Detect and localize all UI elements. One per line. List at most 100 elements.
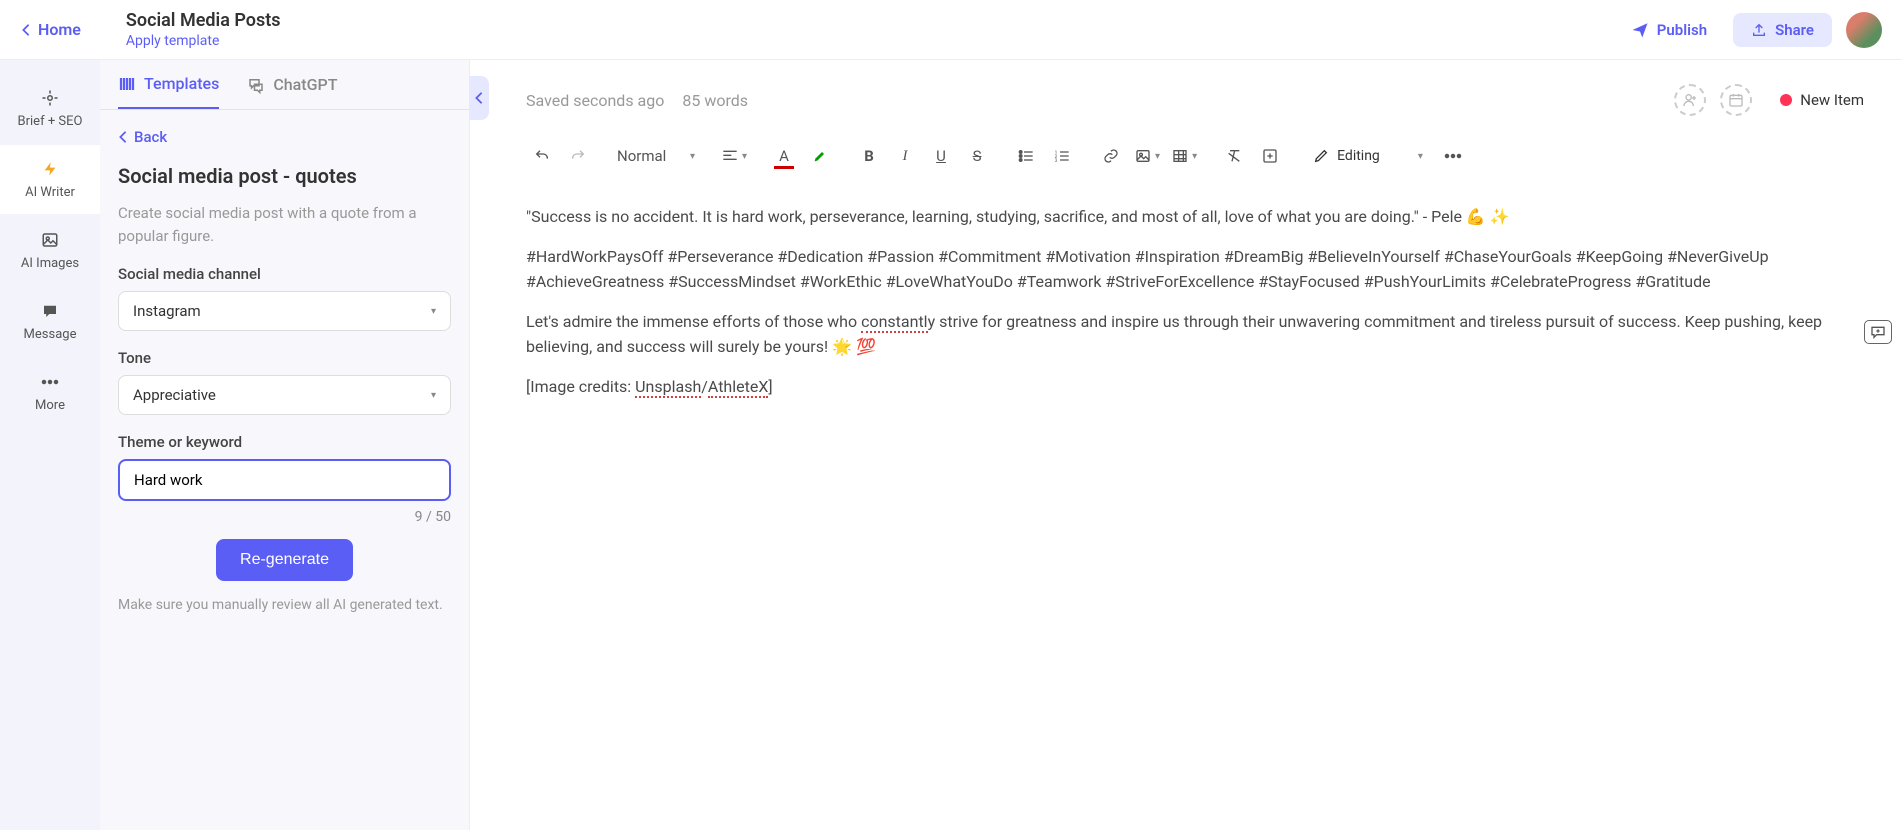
- rail-label: More: [35, 398, 65, 413]
- insert-button[interactable]: [1254, 140, 1286, 172]
- tab-label: Templates: [144, 74, 219, 93]
- new-item-button[interactable]: New Item: [1766, 85, 1878, 115]
- share-icon: [1751, 22, 1767, 38]
- calendar-button[interactable]: [1720, 84, 1752, 116]
- number-list-button[interactable]: 123: [1046, 140, 1078, 172]
- rail-item-brief[interactable]: Brief + SEO: [0, 74, 100, 143]
- chevron-down-icon: ▾: [1155, 151, 1160, 162]
- editor-main: Saved seconds ago 85 words New Item: [470, 60, 1902, 830]
- channel-label: Social media channel: [118, 265, 451, 283]
- more-icon: [40, 372, 60, 392]
- rail-label: Message: [24, 327, 77, 342]
- regenerate-button[interactable]: Re-generate: [216, 539, 353, 581]
- content-body: Let's admire the immense efforts of thos…: [526, 309, 1878, 360]
- save-status: Saved seconds ago: [526, 91, 664, 110]
- image-button[interactable]: ▾: [1131, 140, 1164, 172]
- editor-toolbar: Normal ▾ ▾ A B I U S 123 ▾ ▾: [526, 140, 1878, 186]
- back-label: Back: [134, 128, 167, 146]
- calendar-icon: [1728, 92, 1744, 108]
- theme-label: Theme or keyword: [118, 433, 451, 451]
- channel-select[interactable]: Instagram ▾: [118, 291, 451, 331]
- share-label: Share: [1775, 21, 1814, 39]
- theme-input-wrap[interactable]: [118, 459, 451, 501]
- redo-icon: [570, 148, 586, 164]
- chevron-down-icon: ▾: [1418, 151, 1423, 162]
- left-rail: Brief + SEO AI Writer AI Images Message: [0, 60, 100, 830]
- person-plus-icon: [1682, 92, 1698, 108]
- clear-format-icon: [1226, 148, 1242, 164]
- add-person-button[interactable]: [1674, 84, 1706, 116]
- word-count: 85 words: [682, 91, 748, 110]
- undo-icon: [534, 148, 550, 164]
- pencil-icon: [1313, 148, 1329, 164]
- bold-button[interactable]: B: [853, 140, 885, 172]
- text-color-button[interactable]: A: [768, 140, 800, 172]
- header-title-wrap: Social Media Posts Apply template: [126, 10, 281, 49]
- bolt-icon: [40, 159, 60, 179]
- bullet-list-button[interactable]: [1010, 140, 1042, 172]
- publish-label: Publish: [1657, 21, 1707, 39]
- bullet-list-icon: [1018, 149, 1034, 163]
- editing-mode-select[interactable]: Editing ▾: [1303, 148, 1433, 164]
- align-button[interactable]: ▾: [718, 140, 751, 172]
- image-icon: [40, 230, 60, 250]
- apply-template-link[interactable]: Apply template: [126, 33, 281, 49]
- clear-format-button[interactable]: [1218, 140, 1250, 172]
- avatar[interactable]: [1846, 12, 1882, 48]
- back-button[interactable]: Back: [118, 128, 451, 146]
- table-button[interactable]: ▾: [1168, 140, 1201, 172]
- redo-button[interactable]: [562, 140, 594, 172]
- editor-content[interactable]: "Success is no accident. It is hard work…: [526, 186, 1878, 830]
- tab-label: ChatGPT: [273, 75, 337, 94]
- disclaimer: Make sure you manually review all AI gen…: [118, 595, 451, 616]
- rail-item-message[interactable]: Message: [0, 287, 100, 356]
- link-button[interactable]: [1095, 140, 1127, 172]
- new-item-label: New Item: [1800, 91, 1864, 109]
- style-value: Normal: [617, 147, 666, 165]
- content-hashtags: #HardWorkPaysOff #Perseverance #Dedicati…: [526, 244, 1878, 295]
- credit-link-1[interactable]: Unsplash: [635, 377, 701, 398]
- italic-button[interactable]: I: [889, 140, 921, 172]
- header: Home Social Media Posts Apply template P…: [0, 0, 1902, 60]
- share-button[interactable]: Share: [1733, 13, 1832, 47]
- tone-value: Appreciative: [133, 386, 216, 404]
- chevron-left-icon: [20, 23, 32, 37]
- highlighter-icon: [812, 148, 828, 164]
- credit-link-2[interactable]: AthleteX: [708, 377, 768, 398]
- publish-button[interactable]: Publish: [1619, 13, 1719, 47]
- home-button[interactable]: Home: [20, 20, 106, 39]
- rail-item-more[interactable]: More: [0, 358, 100, 427]
- rail-item-writer[interactable]: AI Writer: [0, 145, 100, 214]
- rail-item-images[interactable]: AI Images: [0, 216, 100, 285]
- rail-label: Brief + SEO: [18, 114, 83, 129]
- paragraph-style-select[interactable]: Normal ▾: [611, 140, 701, 172]
- tab-chatgpt[interactable]: ChatGPT: [247, 74, 337, 109]
- tone-select[interactable]: Appreciative ▾: [118, 375, 451, 415]
- more-toolbar-button[interactable]: [1437, 140, 1469, 172]
- strikethrough-button[interactable]: S: [961, 140, 993, 172]
- image-icon: [1135, 148, 1151, 164]
- channel-value: Instagram: [133, 302, 201, 320]
- spell-error: constantl: [861, 312, 928, 333]
- panel-description: Create social media post with a quote fr…: [118, 202, 451, 247]
- tab-templates[interactable]: Templates: [118, 74, 219, 109]
- send-icon: [1631, 21, 1649, 39]
- underline-button[interactable]: U: [925, 140, 957, 172]
- sidebar-panel: Templates ChatGPT Back Social media post…: [100, 60, 470, 830]
- more-icon: [1444, 153, 1462, 159]
- rail-label: AI Images: [21, 256, 79, 271]
- link-icon: [1103, 148, 1119, 164]
- chevron-down-icon: ▾: [690, 151, 695, 162]
- editing-mode-label: Editing: [1337, 148, 1380, 164]
- number-list-icon: 123: [1054, 149, 1070, 163]
- highlight-button[interactable]: [804, 140, 836, 172]
- home-label: Home: [38, 20, 81, 39]
- chevron-left-icon: [118, 130, 128, 144]
- add-comment-button[interactable]: [1864, 320, 1892, 344]
- undo-button[interactable]: [526, 140, 558, 172]
- theme-input[interactable]: [134, 471, 435, 489]
- chevron-down-icon: ▾: [431, 306, 436, 317]
- content-quote: "Success is no accident. It is hard work…: [526, 204, 1878, 230]
- status-dot-icon: [1780, 94, 1792, 106]
- chat-icon: [247, 76, 265, 94]
